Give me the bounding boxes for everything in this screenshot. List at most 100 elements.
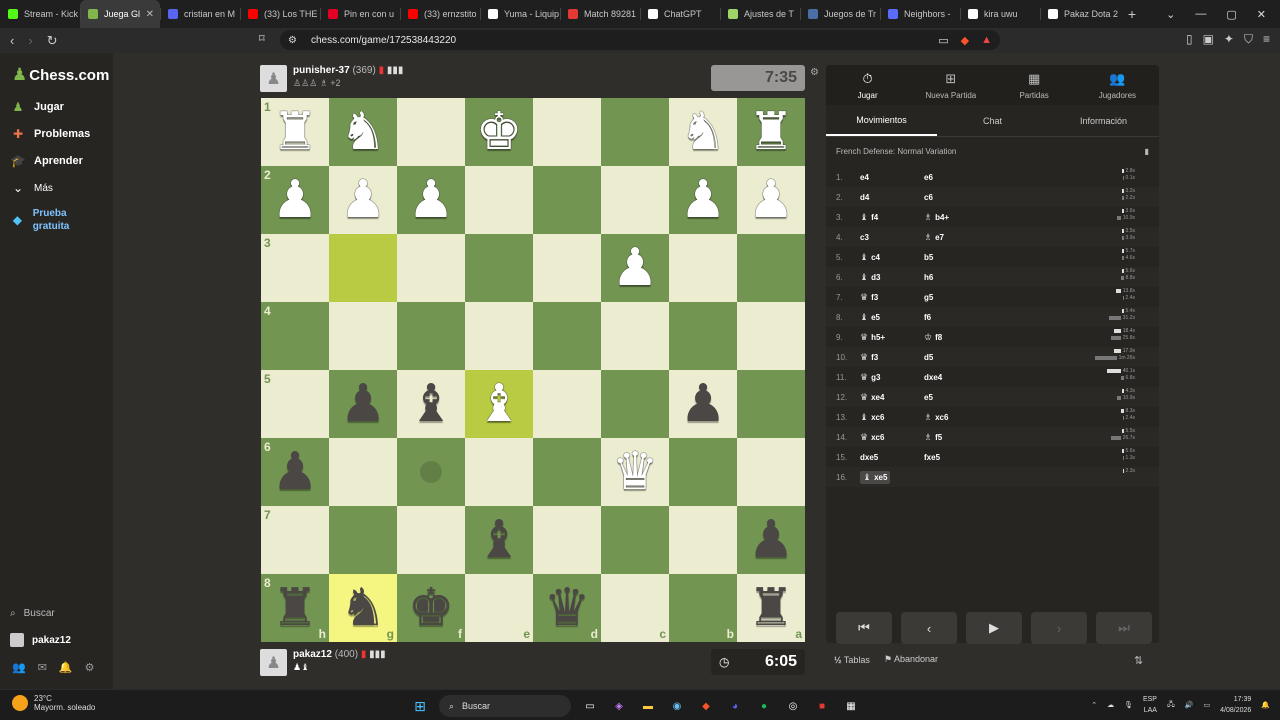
black-move[interactable]: g5 — [924, 293, 988, 302]
white-bishop-piece[interactable]: ♝ — [476, 378, 523, 430]
board-square[interactable] — [601, 506, 669, 574]
next-move-button[interactable]: › — [1031, 612, 1087, 644]
black-move[interactable]: e6 — [924, 173, 988, 182]
subtab-informacion[interactable]: Información — [1048, 105, 1159, 136]
white-rook-piece[interactable]: ♜ — [748, 106, 795, 158]
white-move[interactable]: d4 — [860, 193, 924, 202]
tab-nueva-partida[interactable]: ⊞ Nueva Partida — [909, 65, 992, 105]
rewards-icon[interactable]: ▲ — [981, 34, 992, 47]
board-square[interactable]: 2 ♟ — [261, 166, 329, 234]
vpn-icon[interactable]: ⛉ — [1244, 32, 1253, 47]
black-move[interactable]: ♗ xc6 — [924, 412, 988, 423]
sidebar-item-jugar[interactable]: ♟ Jugar — [10, 100, 64, 114]
board-square[interactable] — [601, 370, 669, 438]
white-rook-piece[interactable]: ♜ — [272, 106, 319, 158]
board-square[interactable]: ♛ — [601, 438, 669, 506]
bookmark-icon[interactable]: ⌑ — [259, 32, 265, 45]
browser-tab[interactable]: Pin en con u — [320, 0, 400, 28]
browser-tab[interactable]: Neighbors - — [880, 0, 960, 28]
board-square[interactable] — [397, 438, 465, 506]
board-square[interactable]: ♚ — [465, 98, 533, 166]
resign-button[interactable]: ⚑ Abandonar — [884, 654, 938, 665]
board-square[interactable]: e — [465, 574, 533, 642]
board-square[interactable]: ♟ — [601, 234, 669, 302]
black-move[interactable]: ♗ e7 — [924, 232, 988, 243]
black-move[interactable]: ♗ b4+ — [924, 212, 988, 223]
file-explorer-icon[interactable]: ▬ — [638, 696, 658, 716]
notification-bell-icon[interactable]: 🔔 — [1261, 701, 1270, 709]
system-clock[interactable]: 17:39 4/08/2026 — [1220, 694, 1251, 716]
board-square[interactable]: ♞ — [329, 98, 397, 166]
screen-icon[interactable]: ▭ — [938, 34, 948, 47]
white-pawn-piece[interactable]: ♟ — [612, 242, 659, 294]
sidebar-item-aprender[interactable]: 🎓 Aprender — [10, 154, 83, 168]
bottom-player-name[interactable]: pakaz12 (400) ▮ ▮▮▮ — [293, 649, 386, 660]
subtab-movimientos[interactable]: Movimientos — [826, 105, 937, 136]
menu-icon[interactable]: ≡ — [1263, 32, 1270, 47]
board-square[interactable]: b — [669, 574, 737, 642]
board-square[interactable] — [329, 234, 397, 302]
black-pawn-piece[interactable]: ♟ — [748, 514, 795, 566]
black-move[interactable]: c6 — [924, 193, 988, 202]
discord-icon[interactable]: ◕ — [725, 696, 745, 716]
board-square[interactable] — [533, 166, 601, 234]
tab-jugar[interactable]: ⏱ Jugar — [826, 65, 909, 105]
white-move[interactable]: ♛ f3 — [860, 292, 924, 303]
board-square[interactable]: ♜ — [737, 98, 805, 166]
browser-tab[interactable]: Yuma - Liquip — [480, 0, 560, 28]
black-knight-piece[interactable]: ♞ — [340, 582, 387, 634]
wallet-icon[interactable]: ▣ — [1203, 32, 1214, 47]
board-square[interactable] — [329, 302, 397, 370]
friends-icon[interactable]: 👥 — [12, 661, 26, 674]
board-square[interactable] — [737, 302, 805, 370]
black-move[interactable]: f6 — [924, 313, 988, 322]
board-square[interactable] — [397, 506, 465, 574]
volume-icon[interactable]: 🔊 — [1185, 701, 1194, 709]
browser-tab[interactable]: Juega Gl ✕ — [80, 0, 160, 28]
black-move[interactable]: ♔ f8 — [924, 332, 988, 343]
chevron-up-icon[interactable]: ⌃ — [1091, 701, 1097, 709]
white-move[interactable]: ♝ c4 — [860, 252, 924, 263]
taskbar-search[interactable]: ⌕ Buscar — [439, 695, 571, 717]
board-square[interactable] — [397, 302, 465, 370]
copilot-icon[interactable]: ◈ — [609, 696, 629, 716]
board-square[interactable]: 6 ♟ — [261, 438, 329, 506]
white-move[interactable]: c3 — [860, 233, 924, 242]
board-square[interactable]: 4 — [261, 302, 329, 370]
board-square[interactable]: ♟ — [737, 166, 805, 234]
tab-jugadores[interactable]: 👥 Jugadores — [1076, 65, 1159, 105]
board-square[interactable] — [465, 166, 533, 234]
white-knight-piece[interactable]: ♞ — [340, 106, 387, 158]
white-pawn-piece[interactable]: ♟ — [680, 174, 727, 226]
white-move[interactable]: ♛ f3 — [860, 352, 924, 363]
back-icon[interactable]: ‹ — [10, 33, 14, 49]
site-info-icon[interactable]: ⚙ — [288, 35, 297, 46]
board-square[interactable]: ♟ — [329, 166, 397, 234]
sidebar-item-mas[interactable]: ⌄ Más — [10, 181, 53, 195]
board-square[interactable] — [737, 438, 805, 506]
browser-tab[interactable]: ChatGPT — [640, 0, 720, 28]
first-move-button[interactable]: ⏮ — [836, 612, 892, 644]
sidebar-toggle-icon[interactable]: ▯ — [1186, 32, 1193, 47]
board-square[interactable] — [601, 302, 669, 370]
browser-tab[interactable]: (33) ernzstito — [400, 0, 480, 28]
board-square[interactable]: a ♜ — [737, 574, 805, 642]
sidebar-search[interactable]: ⌕ Buscar — [10, 608, 55, 619]
black-rook-piece[interactable]: ♜ — [748, 582, 795, 634]
white-move[interactable]: ♝ f4 — [860, 212, 924, 223]
white-king-piece[interactable]: ♚ — [476, 106, 523, 158]
board-square[interactable]: ♟ — [329, 370, 397, 438]
browser-tab[interactable]: kira uwu — [960, 0, 1040, 28]
sidebar-item-prueba-gratuita[interactable]: ◆ Prueba gratuita — [10, 207, 100, 233]
board-square[interactable]: g ♞ — [329, 574, 397, 642]
black-move[interactable]: fxe5 — [924, 453, 988, 462]
white-move[interactable]: ♛ xe4 — [860, 392, 924, 403]
black-move[interactable]: d5 — [924, 353, 988, 362]
board-square[interactable]: 8 h ♜ — [261, 574, 329, 642]
board-square[interactable]: d ♛ — [533, 574, 601, 642]
play-button[interactable]: ▶ — [966, 612, 1022, 644]
language-indicator[interactable]: ESP LAA — [1143, 694, 1157, 716]
white-queen-piece[interactable]: ♛ — [612, 446, 659, 498]
board-square[interactable] — [669, 506, 737, 574]
white-move[interactable]: dxe5 — [860, 453, 924, 462]
